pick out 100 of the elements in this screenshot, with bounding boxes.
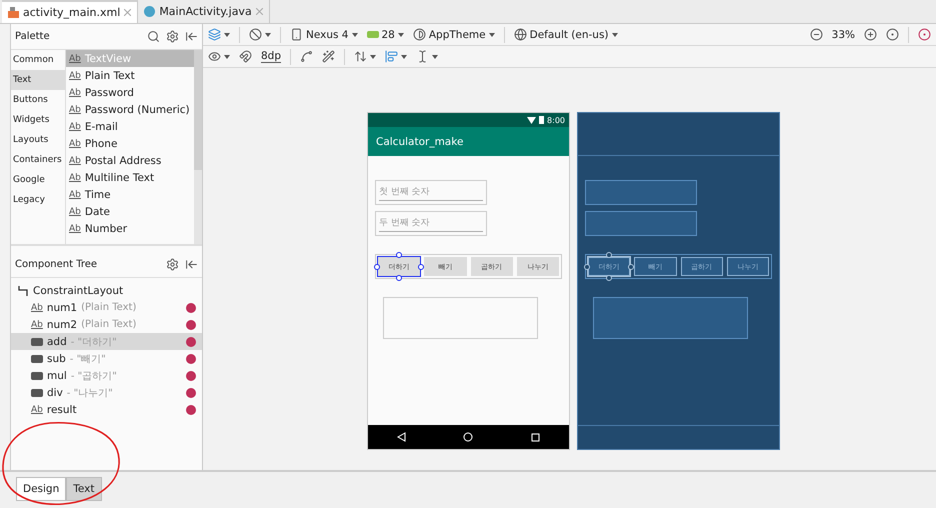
layers-icon[interactable] <box>208 28 221 41</box>
text-glyph: Ab <box>31 404 43 414</box>
back-icon[interactable] <box>396 432 406 442</box>
palette-category[interactable]: Text <box>11 70 65 90</box>
phone-icon[interactable] <box>290 28 303 41</box>
zoom-out-icon[interactable] <box>810 28 823 41</box>
palette-item[interactable]: Ab Postal Address <box>66 152 194 169</box>
spline-icon[interactable] <box>300 50 314 63</box>
error-icon[interactable] <box>918 28 931 41</box>
text-glyph: Ab <box>69 138 81 148</box>
collapse-icon[interactable] <box>185 30 198 43</box>
tree-item[interactable]: mul - "곱하기" <box>11 367 202 384</box>
palette-category[interactable]: Layouts <box>11 130 65 150</box>
text-glyph: Ab <box>31 320 43 330</box>
device-label[interactable]: Nexus 4 <box>306 28 348 40</box>
text-glyph: Ab <box>69 172 81 182</box>
settings-icon[interactable] <box>166 30 179 43</box>
palette-item[interactable]: Ab Phone <box>66 135 194 152</box>
caret-icon <box>265 32 271 36</box>
text-glyph: Ab <box>69 54 81 64</box>
tree-item[interactable]: Ab num1 (Plain Text) <box>11 299 202 316</box>
spacing-icon[interactable] <box>354 50 368 63</box>
home-icon[interactable] <box>463 432 474 442</box>
palette-item[interactable]: Ab Plain Text <box>66 67 194 84</box>
text-glyph: Ab <box>69 70 81 80</box>
palette-category[interactable]: Google <box>11 170 65 190</box>
margin-label[interactable]: 8dp <box>261 50 282 63</box>
half-circle-icon[interactable] <box>412 28 426 41</box>
resize-handle[interactable] <box>374 264 380 270</box>
palette-item[interactable]: Ab Password (Numeric) <box>66 101 194 118</box>
file-tab[interactable]: activity_main.xml <box>2 0 138 23</box>
tree-item-name: div <box>47 386 63 398</box>
tree-item-name: mul <box>47 370 67 382</box>
align-icon[interactable] <box>385 50 398 63</box>
eye-icon[interactable] <box>208 50 221 63</box>
editor-tab[interactable]: Text <box>66 477 102 501</box>
recents-icon[interactable] <box>531 432 540 442</box>
palette-item[interactable]: Ab E-mail <box>66 118 194 135</box>
tree-item[interactable]: ConstraintLayout <box>11 282 202 299</box>
tree-item-name: num2 <box>46 318 78 330</box>
tree-item[interactable]: add - "더하기" <box>11 333 202 350</box>
slashed-circle-icon[interactable] <box>249 28 262 41</box>
text-glyph: Ab <box>69 206 81 216</box>
tree-item-name: ConstraintLayout <box>33 284 124 296</box>
button-icon <box>31 354 43 362</box>
caret-icon <box>352 32 358 36</box>
magnet-icon[interactable] <box>239 50 252 63</box>
theme-label[interactable]: AppTheme <box>428 28 486 40</box>
tree-item[interactable]: div - "나누기" <box>11 384 202 401</box>
tree-item[interactable]: Ab num2 (Plain Text) <box>11 316 202 333</box>
caret-icon <box>488 32 495 36</box>
constraint-icon <box>17 284 29 296</box>
tree-item-name: add <box>47 336 67 348</box>
zoom-in-icon[interactable] <box>864 28 877 41</box>
palette-item[interactable]: Ab Password <box>66 84 194 101</box>
button-icon <box>31 388 43 396</box>
editor-tab[interactable]: Design <box>16 477 66 501</box>
palette-category[interactable]: Containers <box>11 150 65 170</box>
tree-item-name: sub <box>47 352 66 364</box>
palette-category[interactable]: Buttons <box>11 90 65 110</box>
button-icon <box>31 372 43 380</box>
palette-category[interactable]: Legacy <box>11 190 65 210</box>
app-title: Calculator_make <box>376 136 464 148</box>
class-icon <box>144 6 156 17</box>
caret-icon <box>398 32 404 36</box>
text-glyph: Ab <box>69 88 81 98</box>
resize-handle[interactable] <box>584 264 590 270</box>
collapse-icon[interactable] <box>185 258 198 271</box>
resize-handle[interactable] <box>606 252 612 258</box>
text-glyph: Ab <box>69 224 81 234</box>
status-time: 8:00 <box>547 116 565 124</box>
tree-item[interactable]: Ab result <box>11 401 202 418</box>
xml-file-icon <box>8 7 19 18</box>
zoom-fit-icon[interactable] <box>886 28 899 41</box>
palette-item[interactable]: Ab Number <box>66 220 194 237</box>
tree-item-detail: (Plain Text) <box>81 319 138 330</box>
wifi-icon <box>527 116 536 124</box>
palette-category[interactable]: Widgets <box>11 110 65 130</box>
palette-item[interactable]: Ab Date <box>66 203 194 220</box>
tree-item-name: num1 <box>46 302 78 314</box>
scrollbar[interactable] <box>194 50 202 244</box>
settings-icon[interactable] <box>166 258 179 271</box>
zoom-label: 33% <box>832 28 855 40</box>
button-icon <box>31 338 43 346</box>
palette-category[interactable]: Common <box>11 50 65 70</box>
panel-title: Palette <box>15 31 51 42</box>
tree-item[interactable]: sub - "빼기" <box>11 350 202 367</box>
palette-item[interactable]: Ab Time <box>66 186 194 203</box>
palette-item[interactable]: Ab TextView <box>66 50 194 67</box>
resize-handle[interactable] <box>396 252 402 258</box>
locale-label[interactable]: Default (en-us) <box>530 28 609 40</box>
text-glyph: Ab <box>69 156 81 166</box>
caret-icon <box>370 54 376 58</box>
globe-icon[interactable] <box>514 28 527 41</box>
search-icon[interactable] <box>147 30 160 43</box>
wand-icon[interactable] <box>322 50 336 63</box>
palette-item[interactable]: Ab Multiline Text <box>66 169 194 186</box>
tree-item-detail: - "더하기" <box>70 336 118 348</box>
api-label[interactable]: 28 <box>382 28 395 40</box>
tree-item-name: result <box>46 404 77 416</box>
